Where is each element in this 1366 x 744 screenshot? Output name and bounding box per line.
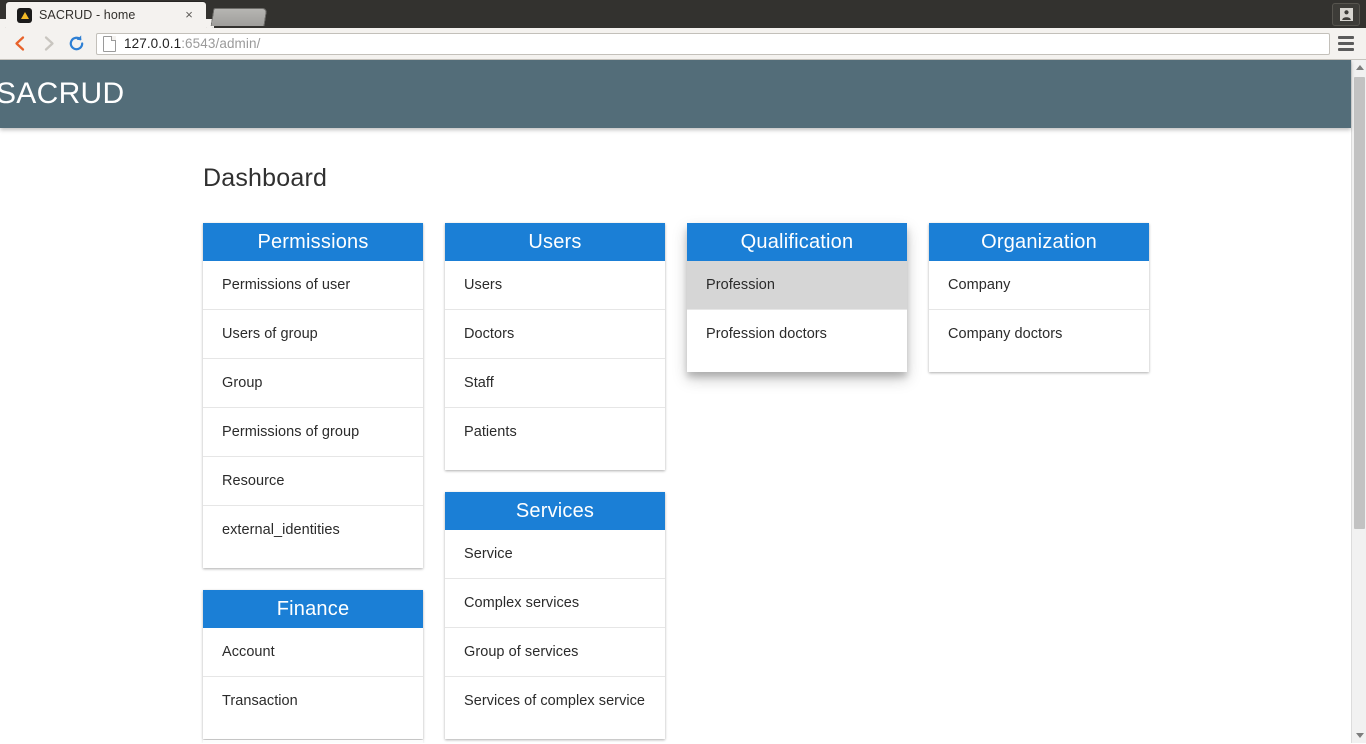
url-path: :6543/admin/ [181, 36, 261, 51]
card-title: Users [445, 223, 665, 261]
dashboard-column: Qualification Profession Profession doctor… [687, 223, 907, 394]
card-item-list: Company Company doctors [929, 261, 1149, 372]
card-link-item[interactable]: Doctors [445, 310, 665, 360]
card-link-item[interactable]: Patients [445, 408, 665, 456]
browser-tab-sacrud-home[interactable]: SACRUD - home × [0, 2, 214, 28]
card-link-item[interactable]: Company doctors [929, 310, 1149, 358]
card-link-item[interactable]: external_identities [203, 506, 423, 554]
card-title: Qualification [687, 223, 907, 261]
hamburger-menu-icon[interactable] [1334, 32, 1358, 56]
browser-toolbar: 127.0.0.1:6543/admin/ [0, 28, 1366, 60]
close-icon[interactable]: × [182, 8, 196, 22]
card-link-item[interactable]: Staff [445, 359, 665, 409]
card-link-item[interactable]: Permissions of group [203, 408, 423, 458]
card-item-list: Account Transaction [203, 628, 423, 739]
dashboard-column: Permissions Permissions of user Users of g… [203, 223, 423, 743]
card-item-list: Permissions of user Users of group Group Pe… [203, 261, 423, 568]
reload-icon[interactable] [62, 30, 90, 58]
dashboard-card: Services Service Complex services Group of … [445, 492, 665, 740]
app-header-bar: SACRUD [0, 60, 1351, 128]
profile-avatar-icon[interactable] [1332, 3, 1360, 26]
card-item-list: Users Doctors Staff Patients [445, 261, 665, 470]
card-link-item[interactable]: Permissions of user [203, 261, 423, 311]
card-link-item[interactable]: Group of services [445, 628, 665, 678]
tabstrip-right-controls [1332, 3, 1366, 28]
scroll-up-icon[interactable] [1352, 60, 1366, 75]
url-text: 127.0.0.1:6543/admin/ [124, 36, 260, 51]
card-link-item[interactable]: Transaction [203, 677, 423, 725]
dashboard-card: Organization Company Company doctors [929, 223, 1149, 373]
scrollbar-thumb[interactable] [1354, 77, 1365, 529]
page-document-icon [103, 35, 116, 52]
card-title: Finance [203, 590, 423, 629]
card-title: Organization [929, 223, 1149, 261]
dashboard-columns: Permissions Permissions of user Users of g… [0, 193, 1351, 743]
dashboard-card: Users Users Doctors Staff Patients [445, 223, 665, 471]
forward-icon [34, 30, 62, 58]
web-page: SACRUD Dashboard Permissions Permissions … [0, 60, 1351, 743]
dashboard-column: Organization Company Company doctors [929, 223, 1149, 394]
card-item-list: Profession Profession doctors [687, 261, 907, 372]
card-title: Permissions [203, 223, 423, 261]
url-host: 127.0.0.1 [124, 36, 182, 51]
app-title: SACRUD [0, 77, 125, 110]
dashboard-card: Finance Account Transaction [203, 590, 423, 740]
card-link-item[interactable]: Account [203, 628, 423, 678]
dashboard-card: Qualification Profession Profession doctor… [687, 223, 907, 373]
address-bar[interactable]: 127.0.0.1:6543/admin/ [96, 32, 1330, 55]
dashboard-column: Users Users Doctors Staff Patients Services Se… [445, 223, 665, 743]
card-link-item[interactable]: Users of group [203, 310, 423, 360]
card-item-list: Service Complex services Group of services… [445, 530, 665, 739]
card-link-item[interactable]: Resource [203, 457, 423, 507]
tab-title: SACRUD - home [39, 8, 136, 22]
card-link-item[interactable]: Service [445, 530, 665, 580]
browser-tab-strip: SACRUD - home × [0, 0, 1366, 28]
back-icon[interactable] [6, 30, 34, 58]
scroll-down-icon[interactable] [1352, 728, 1366, 743]
card-link-item[interactable]: Profession [687, 261, 907, 311]
dashboard-card: Permissions Permissions of user Users of g… [203, 223, 423, 569]
dashboard-content: Dashboard Permissions Permissions of user… [0, 128, 1351, 743]
card-link-item[interactable]: Services of complex service [445, 677, 665, 725]
page-title: Dashboard [203, 164, 328, 192]
card-link-item[interactable]: Complex services [445, 579, 665, 629]
page-viewport: SACRUD Dashboard Permissions Permissions … [0, 60, 1366, 743]
card-title: Services [445, 492, 665, 531]
card-link-item[interactable]: Group [203, 359, 423, 409]
browser-window: SACRUD - home × 127.0.0.1:6543/admin/ SA… [0, 0, 1366, 744]
card-link-item[interactable]: Users [445, 261, 665, 311]
sacrud-triangle-favicon [17, 7, 32, 23]
below-fold-card-edge [203, 740, 423, 743]
card-link-item[interactable]: Company [929, 261, 1149, 311]
card-link-item[interactable]: Profession doctors [687, 310, 907, 358]
page-scrollbar[interactable] [1351, 60, 1366, 743]
new-tab-button[interactable] [210, 8, 268, 26]
